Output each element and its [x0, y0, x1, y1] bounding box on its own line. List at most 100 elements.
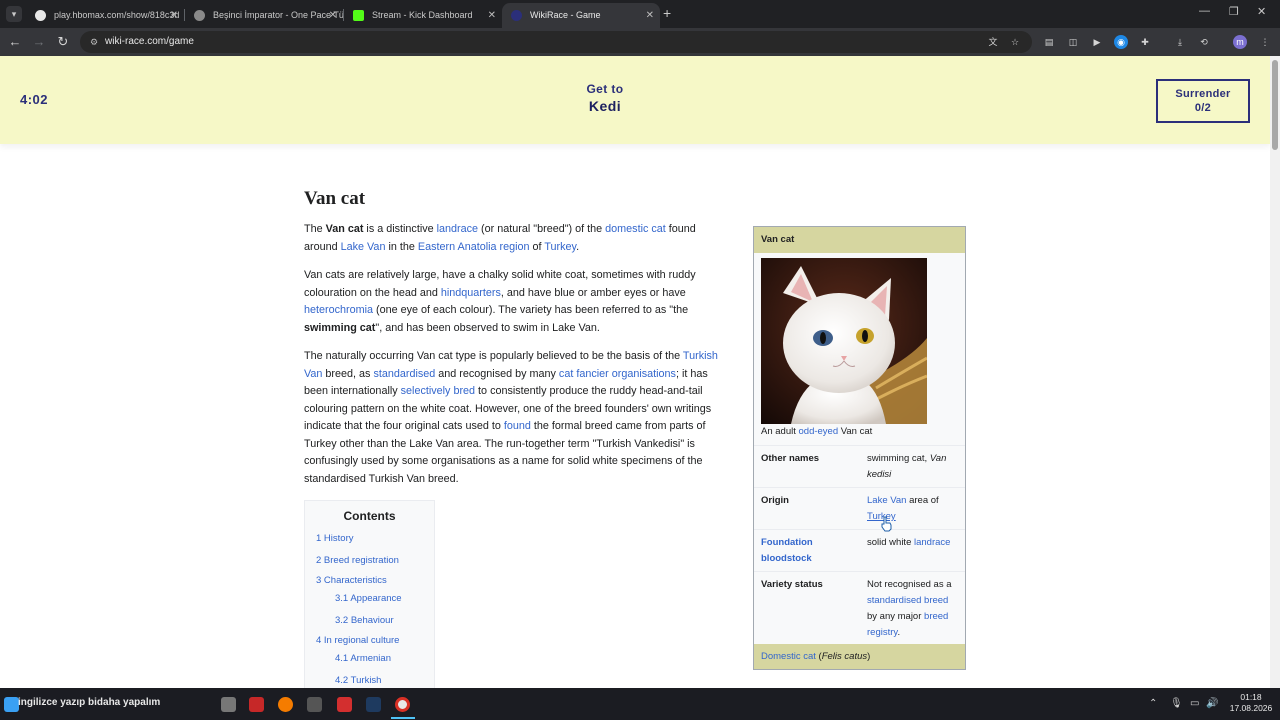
toc-item-regional-culture[interactable]: 4 In regional culture [305, 633, 434, 649]
tab-wikirace[interactable]: WikiRace - Game ✕ [502, 3, 660, 28]
close-tab-icon[interactable]: ✕ [329, 3, 337, 28]
scrollbar-thumb[interactable] [1272, 60, 1278, 150]
link-eastern-anatolia[interactable]: Eastern Anatolia region [418, 241, 530, 253]
forward-icon[interactable]: → [29, 32, 49, 52]
infobox-label: Variety status [761, 579, 823, 590]
van-cat-photo [761, 258, 927, 424]
link-hindquarters[interactable]: hindquarters [441, 287, 501, 299]
link-selectively-bred[interactable]: selectively bred [401, 385, 475, 397]
volume-icon[interactable]: 🔊 [1206, 698, 1218, 709]
link-landrace[interactable]: landrace [914, 537, 950, 548]
bold-text: swimming cat [304, 321, 376, 334]
taskbar-app-icon[interactable] [337, 697, 352, 712]
infobox-row-foundation: Foundation bloodstock solid white landra… [754, 529, 965, 571]
tab-search-chevron-icon[interactable]: ▾ [6, 6, 22, 22]
extension-database-icon[interactable]: ▤ [1042, 35, 1056, 49]
tab-kick-dashboard[interactable]: Stream - Kick Dashboard ✕ [344, 3, 502, 28]
extension-media-icon[interactable]: ▶ [1090, 35, 1104, 49]
table-of-contents: Contents 1 History 2 Breed registration … [304, 500, 435, 690]
text: is a distinctive [363, 223, 437, 235]
extension-shield-icon[interactable]: ◉ [1114, 35, 1128, 49]
link-domestic-cat[interactable]: Domestic cat [761, 651, 816, 662]
url-text: wiki-race.com/game [105, 36, 194, 47]
tab-hbomax[interactable]: play.hbomax.com/show/818c3d ✕ [26, 3, 184, 28]
tab-title: Beşinci İmparator - One Pace Tü [213, 10, 343, 20]
taskbar-search-text[interactable]: ingilizce yazıp bidaha yapalım [18, 697, 160, 708]
text: breed, as [322, 367, 374, 380]
taskbar-clock[interactable]: 01:18 17.08.2026 [1226, 692, 1276, 714]
translate-icon[interactable]: 文 [986, 35, 1000, 49]
bold-text: Van cat [325, 223, 364, 235]
address-bar[interactable]: ⚙ wiki-race.com/game 文 ☆ [80, 31, 1032, 53]
goal-target: Kedi [588, 98, 622, 114]
link-cat-fancier-organisations[interactable]: cat fancier organisations [559, 368, 676, 380]
link-landrace[interactable]: landrace [437, 223, 478, 235]
infobox-value: swimming cat, Van kedisi [867, 451, 959, 483]
text: ) [867, 651, 871, 662]
profile-avatar[interactable]: m [1233, 35, 1247, 49]
new-tab-icon[interactable]: + [663, 5, 671, 21]
link-lake-van[interactable]: Lake Van [867, 495, 906, 506]
close-tab-icon[interactable]: ✕ [646, 3, 654, 28]
text: Van cat [838, 426, 873, 437]
close-window-icon[interactable]: ✕ [1257, 5, 1266, 18]
close-tab-icon[interactable]: ✕ [488, 3, 496, 28]
microphone-icon[interactable]: 🎙 [1170, 698, 1183, 709]
goal-display: Get to Kedi [560, 82, 650, 114]
text: by any major [867, 611, 925, 622]
tray-chevron-icon[interactable]: ⌃ [1149, 698, 1157, 709]
kick-favicon-icon [353, 10, 364, 21]
text: and recognised by many [435, 367, 559, 380]
site-info-icon[interactable]: ⚙ [88, 36, 100, 48]
taskbar-app-icon[interactable] [249, 697, 264, 712]
link-heterochromia[interactable]: heterochromia [304, 304, 373, 316]
van-cat-image[interactable] [761, 258, 927, 424]
toc-item-behaviour[interactable]: 3.2 Behaviour [305, 611, 434, 633]
link-odd-eyed[interactable]: odd-eyed [799, 426, 839, 437]
text: , and have blue or amber eyes or have [500, 286, 686, 299]
infobox-label-link[interactable]: Foundation bloodstock [761, 535, 851, 567]
restore-icon[interactable]: ❐ [1229, 5, 1239, 18]
taskbar-app-icon[interactable] [221, 697, 236, 712]
extensions-puzzle-icon[interactable]: ✚ [1138, 35, 1152, 49]
infobox-row-variety-status: Variety status Not recognised as a stand… [754, 571, 965, 644]
surrender-button[interactable]: Surrender 0/2 [1156, 79, 1250, 123]
toc-item-armenian[interactable]: 4.1 Armenian [305, 649, 434, 671]
minimize-icon[interactable]: — [1199, 5, 1210, 17]
toc-item-history[interactable]: 1 History [305, 529, 434, 551]
browser-tab-bar: ▾ play.hbomax.com/show/818c3d ✕ Beşinci … [0, 0, 1280, 28]
chrome-icon[interactable] [395, 697, 410, 712]
toc-item-characteristics[interactable]: 3 Characteristics [305, 573, 434, 589]
text: An adult [761, 426, 799, 437]
tab-one-pace[interactable]: Beşinci İmparator - One Pace Tü ✕ [185, 3, 343, 28]
download-icon[interactable]: ⤓ [1173, 35, 1187, 49]
infobox-row-origin: Origin Lake Van area of Turkey [754, 487, 965, 529]
link-lake-van[interactable]: Lake Van [341, 241, 386, 253]
link-standardised[interactable]: standardised [373, 368, 435, 380]
bookmark-star-icon[interactable]: ☆ [1008, 35, 1022, 49]
toc-item-breed-registration[interactable]: 2 Breed registration [305, 551, 434, 573]
back-icon[interactable]: ← [5, 32, 25, 52]
browser-menu-icon[interactable]: ⋮ [1258, 35, 1272, 49]
tab-title: WikiRace - Game [530, 10, 601, 20]
infobox-row-other-names: Other names swimming cat, Van kedisi [754, 445, 965, 487]
link-found[interactable]: found [504, 420, 531, 432]
toc-item-appearance[interactable]: 3.1 Appearance [305, 589, 434, 611]
infobox: Van cat An adult odd-eyed Van cat Other … [753, 226, 966, 670]
link-domestic-cat[interactable]: domestic cat [605, 223, 666, 235]
infobox-label: Other names [761, 453, 820, 464]
tab-title: Stream - Kick Dashboard [372, 10, 473, 20]
link-standardised-breed[interactable]: standardised breed [867, 595, 948, 606]
close-tab-icon[interactable]: ✕ [170, 3, 178, 28]
reload-icon[interactable]: ↻ [53, 32, 73, 52]
link-turkey[interactable]: Turkey [544, 241, 576, 253]
game-timer: 4:02 [20, 92, 49, 107]
taskbar-app-icon[interactable] [307, 697, 322, 712]
steam-icon[interactable] [366, 697, 381, 712]
network-icon[interactable]: ▭ [1190, 698, 1199, 709]
taskbar-app-icon[interactable] [278, 697, 293, 712]
start-windows-icon[interactable] [4, 697, 19, 712]
page-scrollbar[interactable] [1270, 56, 1280, 688]
extension-box-icon[interactable]: ◫ [1066, 35, 1080, 49]
history-icon[interactable]: ⟲ [1197, 35, 1211, 49]
